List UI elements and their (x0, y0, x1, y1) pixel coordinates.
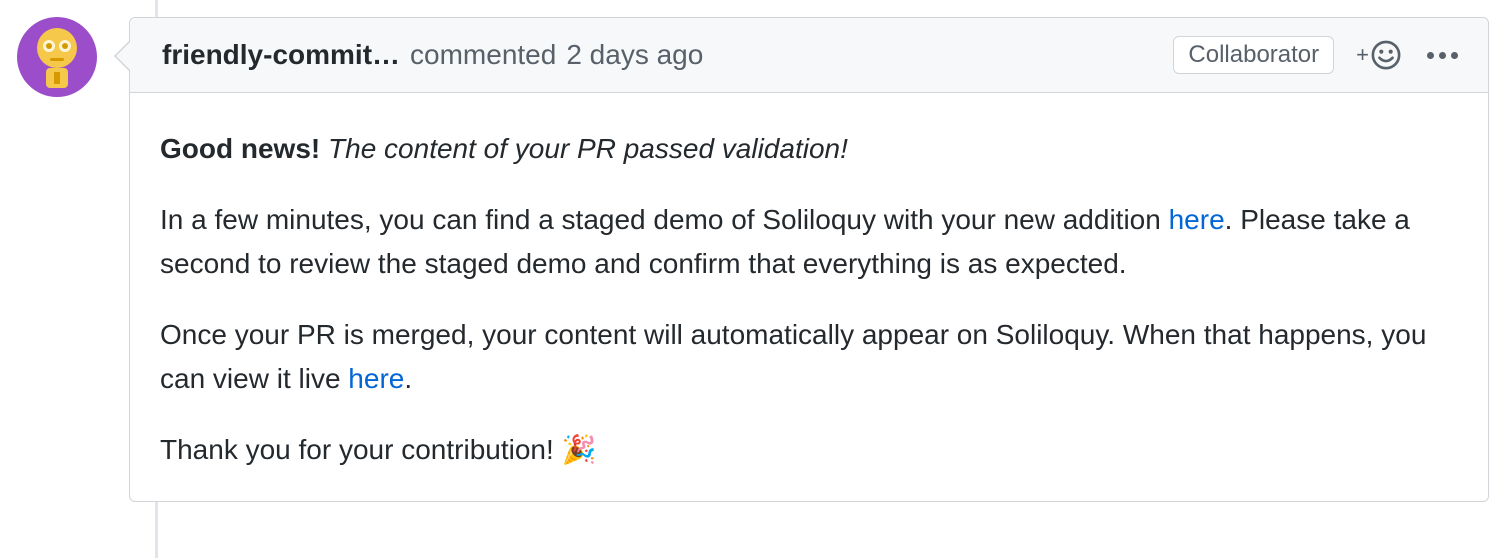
comment-text: Thank you for your contribution! (160, 434, 562, 465)
comment-action: commented (410, 39, 556, 71)
kebab-dot-icon (1451, 52, 1458, 59)
comment-paragraph: Once your PR is merged, your content wil… (160, 313, 1458, 400)
comment-paragraph: Good news! The content of your PR passed… (160, 127, 1458, 170)
comment-paragraph: Thank you for your contribution! 🎉 (160, 428, 1458, 471)
comment-text: In a few minutes, you can find a staged … (160, 204, 1169, 235)
plus-icon: + (1356, 42, 1369, 68)
party-popper-emoji: 🎉 (562, 434, 597, 465)
avatar[interactable] (17, 17, 97, 97)
comment-header: friendly-commit… commented 2 days ago Co… (130, 18, 1488, 93)
comment-text: . (404, 363, 412, 394)
kebab-dot-icon (1439, 52, 1446, 59)
comment-header-right: Collaborator + (1173, 36, 1462, 74)
comment-arrow (114, 40, 130, 72)
live-link[interactable]: here (348, 363, 404, 394)
comment-container: friendly-commit… commented 2 days ago Co… (17, 17, 1489, 502)
add-reaction-button[interactable]: + (1356, 40, 1401, 70)
collaborator-badge: Collaborator (1173, 36, 1334, 74)
comment-emphasis: The content of your PR passed validation… (328, 133, 848, 164)
kebab-menu-button[interactable] (1423, 48, 1462, 63)
staged-demo-link[interactable]: here (1169, 204, 1225, 235)
comment-paragraph: In a few minutes, you can find a staged … (160, 198, 1458, 285)
comment-timestamp[interactable]: 2 days ago (566, 39, 703, 71)
avatar-robot-icon (31, 26, 83, 88)
comment-body: Good news! The content of your PR passed… (130, 93, 1488, 501)
kebab-dot-icon (1427, 52, 1434, 59)
comment-header-left: friendly-commit… commented 2 days ago (162, 39, 703, 71)
comment-author[interactable]: friendly-commit… (162, 39, 400, 71)
comment-box: friendly-commit… commented 2 days ago Co… (129, 17, 1489, 502)
smiley-icon (1371, 40, 1401, 70)
comment-strong: Good news! (160, 133, 320, 164)
